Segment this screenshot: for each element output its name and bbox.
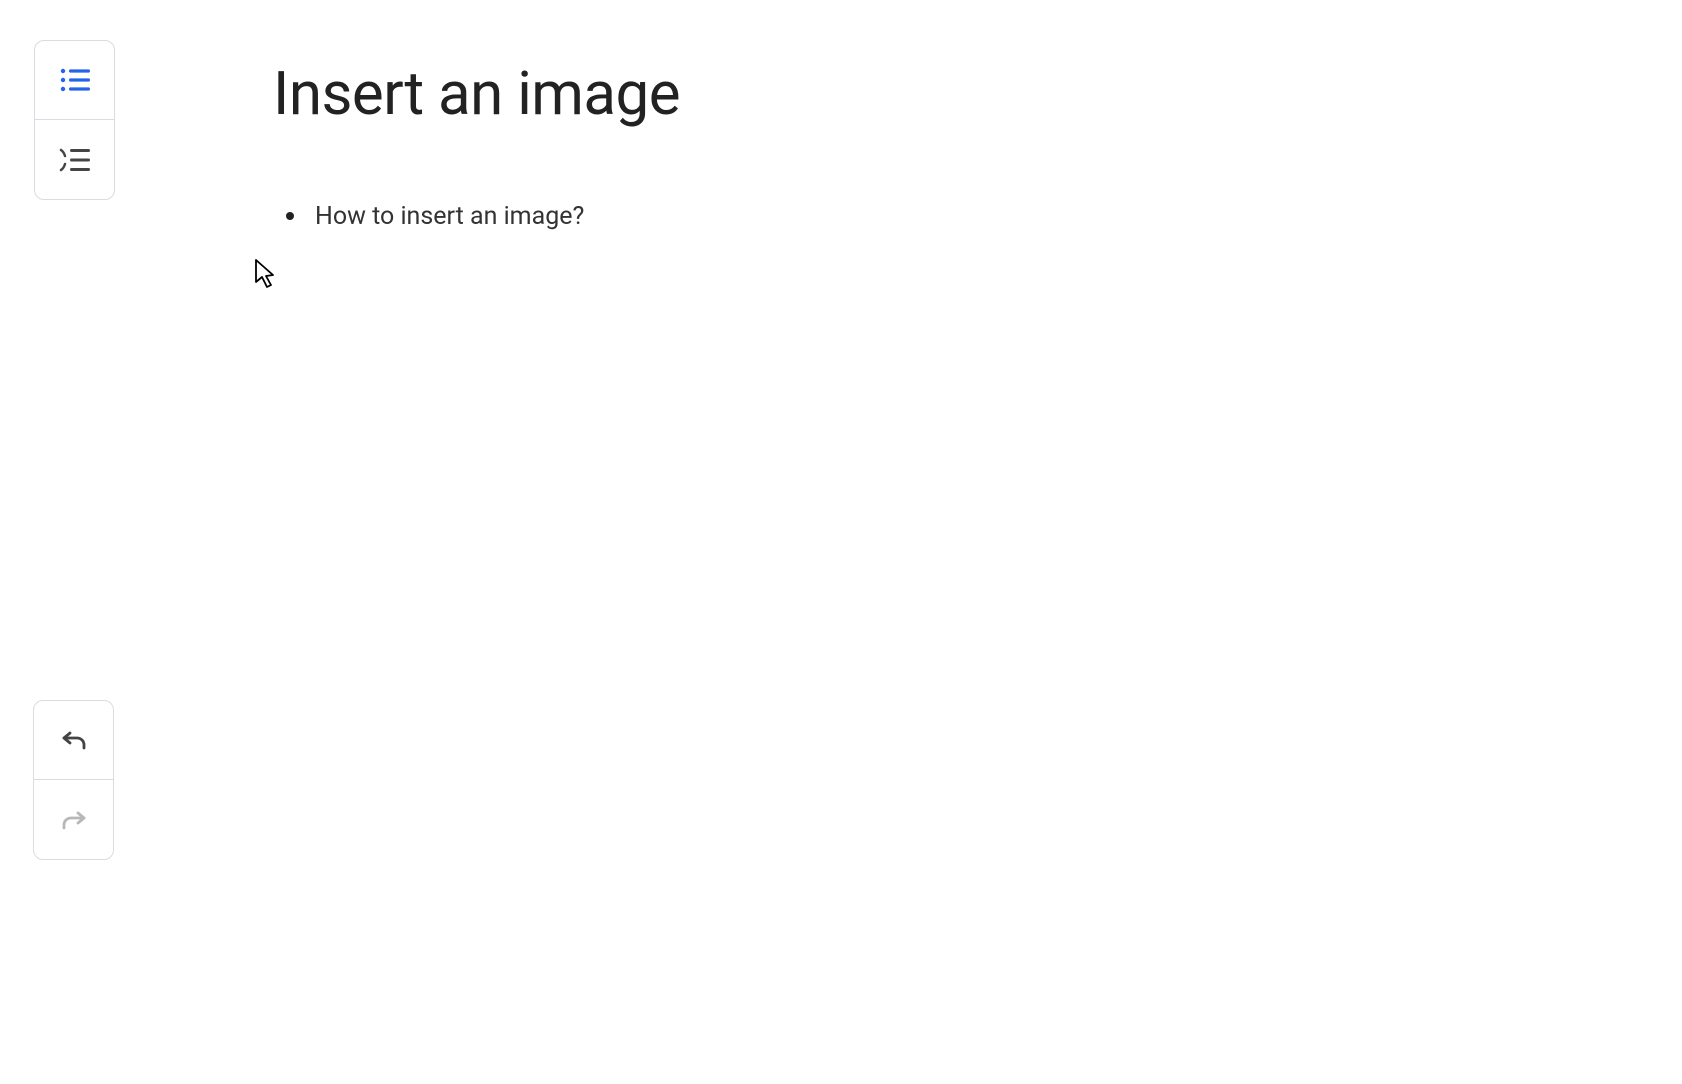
top-toolbar <box>34 40 115 200</box>
redo-icon <box>60 807 88 833</box>
bullet-list-icon <box>60 68 90 92</box>
outline-button[interactable] <box>35 120 114 199</box>
content-area[interactable]: Insert an image How to insert an image? <box>273 58 1582 234</box>
bullet-list-button[interactable] <box>35 41 114 120</box>
cursor-icon <box>254 258 276 288</box>
bullet-list: How to insert an image? <box>273 199 1582 234</box>
redo-button[interactable] <box>34 780 113 859</box>
undo-button[interactable] <box>34 701 113 780</box>
page-title: Insert an image <box>273 58 1582 129</box>
undo-icon <box>60 727 88 753</box>
outline-icon <box>58 146 92 174</box>
list-item[interactable]: How to insert an image? <box>291 199 1582 234</box>
bottom-toolbar <box>33 700 114 860</box>
